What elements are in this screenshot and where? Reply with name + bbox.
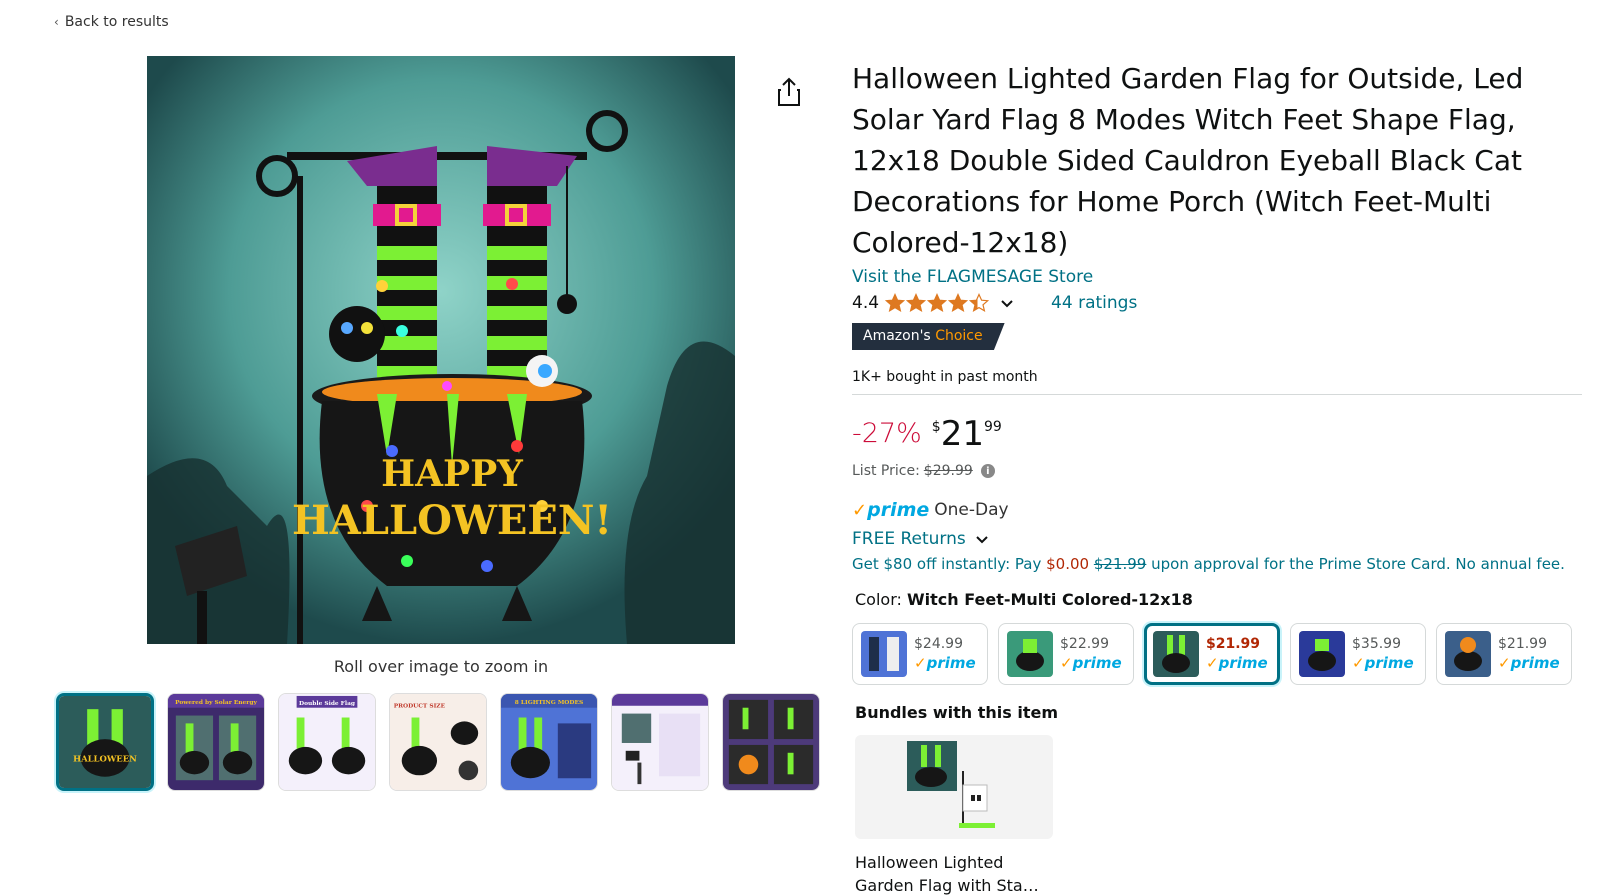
happy-text: HAPPY [381, 453, 524, 495]
divider [852, 394, 1582, 395]
halloween-text: HALLOWEEN! [292, 497, 612, 544]
free-returns-label: FREE Returns [852, 529, 966, 549]
thumbnail-strip: HALLOWEEN Powered by Solar Energy Double… [56, 693, 820, 791]
color-swatch-3[interactable]: $21.99 ✓prime [1144, 623, 1280, 685]
free-returns-link[interactable]: FREE Returns [852, 529, 1582, 549]
main-product-illustration: HAPPY HALLOWEEN! [147, 56, 735, 644]
product-title: Halloween Lighted Garden Flag for Outsid… [852, 62, 1524, 259]
swatch-image [1007, 631, 1053, 677]
offer-text-2: upon approval for the Prime Store Card. … [1146, 555, 1565, 573]
star-rating[interactable] [885, 293, 990, 313]
price-currency: $ [931, 419, 941, 435]
swatch-price: $35.99 [1352, 636, 1401, 652]
product-details: Halloween Lighted Garden Flag for Outsid… [852, 58, 1582, 896]
rating-value: 4.4 [852, 293, 880, 313]
prime-logo: prime [867, 499, 930, 521]
swatch-price: $22.99 [1060, 636, 1109, 652]
info-icon[interactable]: i [980, 464, 995, 478]
star-icon [969, 293, 990, 313]
swatch-image [1445, 631, 1491, 677]
offer-original-amount: $21.99 [1093, 555, 1147, 573]
color-label: Color: Witch Feet-Multi Colored-12x18 [855, 590, 1582, 609]
bought-in-past-month: 1K+ bought in past month [852, 369, 1038, 385]
thumbnail-6[interactable] [611, 693, 709, 791]
store-card-offer[interactable]: Get $80 off instantly: Pay $0.00 $21.99 … [852, 555, 1582, 573]
chevron-down-icon [976, 536, 988, 544]
zoom-hint: Roll over image to zoom in [333, 657, 549, 676]
back-to-results-link[interactable]: ‹ Back to results [54, 14, 169, 30]
swatch-prime: prime [1218, 654, 1268, 672]
store-link[interactable]: Visit the FLAGMESAGE Store [852, 267, 1582, 287]
badge-prefix: Amazon's [863, 328, 936, 344]
swatch-prime: prime [1364, 654, 1414, 672]
star-icon [948, 293, 969, 313]
prime-speed: One-Day [934, 500, 1009, 520]
back-to-results-label: Back to results [64, 14, 169, 30]
prime-delivery: ✓ prime One-Day [852, 499, 1582, 521]
thumbnail-2[interactable]: Powered by Solar Energy [167, 693, 265, 791]
color-label-text: Color: [855, 590, 902, 609]
thumbnail-4-caption: PRODUCT SIZE [394, 703, 446, 710]
offer-text-1: Get $80 off instantly: Pay [852, 555, 1047, 573]
prime-check-icon: ✓ [852, 499, 868, 521]
amazons-choice-badge: Amazon's Choice [852, 323, 1005, 350]
main-product-image[interactable]: HAPPY HALLOWEEN! [147, 56, 735, 644]
share-icon[interactable] [775, 76, 803, 108]
color-swatch-1[interactable]: $24.99 ✓prime [852, 623, 988, 685]
color-swatch-5[interactable]: $21.99 ✓prime [1436, 623, 1572, 685]
chevron-down-icon[interactable] [999, 295, 1015, 311]
thumbnail-5[interactable]: 8 LIGHTING MODES [500, 693, 598, 791]
discount-percent: -27% [852, 418, 922, 449]
swatch-image [1153, 631, 1199, 677]
list-price-label: List Price: [852, 463, 920, 479]
price-whole: 21 [940, 414, 984, 454]
bundle-item-name[interactable]: Halloween Lighted Garden Flag with Sta… [855, 851, 1055, 896]
price-block: -27% $ 21 99 [852, 417, 1582, 451]
color-swatch-4[interactable]: $35.99 ✓prime [1290, 623, 1426, 685]
thumbnail-3[interactable]: Double Side Flag [278, 693, 376, 791]
rating-row: 4.4 44 ratings [852, 293, 1582, 313]
thumbnail-2-caption: Powered by Solar Energy [175, 699, 257, 706]
ratings-count-link[interactable]: 44 ratings [1051, 293, 1137, 313]
swatch-price: $21.99 [1498, 636, 1547, 652]
star-icon [927, 293, 948, 313]
swatch-image [1299, 631, 1345, 677]
thumbnail-1[interactable]: HALLOWEEN [56, 693, 154, 791]
chevron-left-icon: ‹ [54, 15, 59, 29]
thumbnail-4[interactable]: PRODUCT SIZE [389, 693, 487, 791]
color-selected-value: Witch Feet-Multi Colored-12x18 [906, 590, 1193, 609]
swatch-prime: prime [926, 654, 976, 672]
swatch-prime: prime [1072, 654, 1122, 672]
thumbnail-7[interactable] [722, 693, 820, 791]
swatch-image [861, 631, 907, 677]
list-price: List Price: $29.99 i [852, 463, 1582, 479]
swatch-price: $24.99 [914, 636, 963, 652]
swatch-prime: prime [1510, 654, 1560, 672]
offer-pay-amount: $0.00 [1046, 555, 1090, 573]
list-price-value: $29.99 [923, 463, 973, 479]
star-icon [885, 293, 906, 313]
color-swatches: $24.99 ✓prime $22.99 ✓prime $21.99 ✓prim… [852, 623, 1582, 685]
svg-text:HALLOWEEN: HALLOWEEN [73, 754, 137, 764]
color-swatch-2[interactable]: $22.99 ✓prime [998, 623, 1134, 685]
thumbnail-5-caption: 8 LIGHTING MODES [515, 699, 583, 706]
badge-choice: Choice [935, 328, 983, 344]
bundle-item-image[interactable] [855, 735, 1053, 839]
bundles-title: Bundles with this item [855, 703, 1059, 722]
thumbnail-3-caption: Double Side Flag [299, 700, 355, 707]
price-fraction: 99 [983, 419, 1002, 435]
swatch-price: $21.99 [1206, 636, 1261, 652]
star-icon [906, 293, 927, 313]
